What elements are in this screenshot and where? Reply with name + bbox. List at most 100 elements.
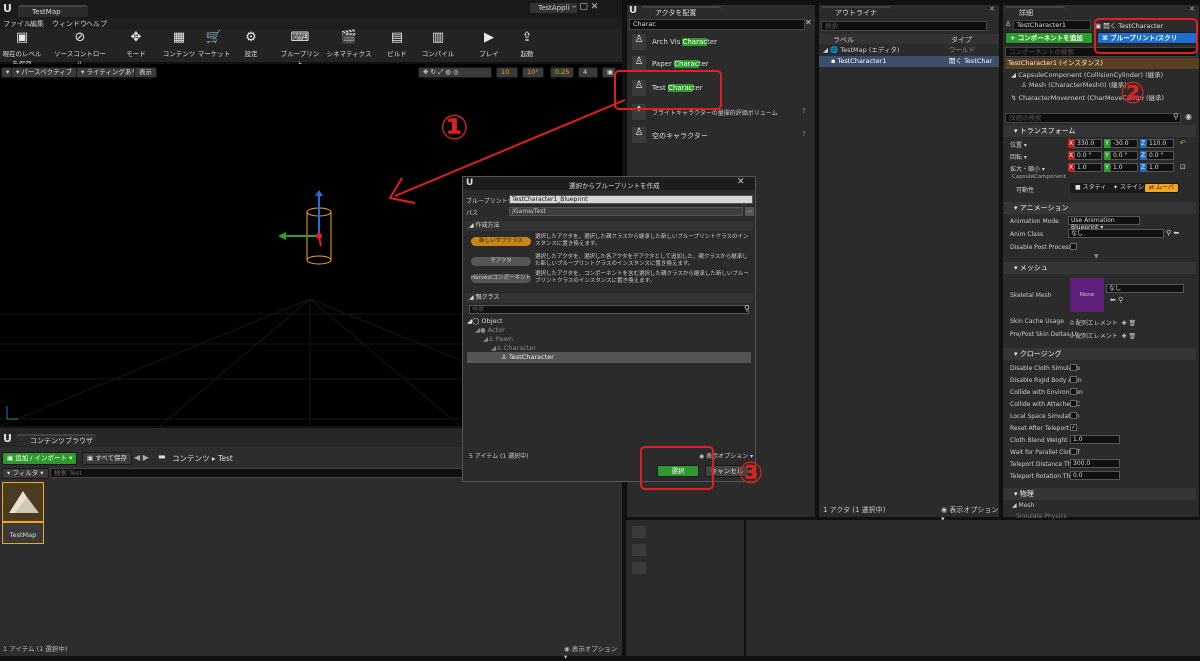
mobility-stationary[interactable]: ✦ ステイシ xyxy=(1108,183,1149,193)
section-clothing[interactable]: ▾ クロージング xyxy=(1004,348,1196,360)
place-actors-search[interactable]: Charac xyxy=(629,19,805,30)
annotation-number-1: ① xyxy=(440,108,469,148)
breadcrumb-test[interactable]: Test xyxy=(218,454,233,463)
method-header[interactable]: ◢ 作成方法 xyxy=(465,221,753,231)
history-arrows[interactable]: ◀ ▶ xyxy=(134,453,149,462)
path-input[interactable]: /Game/Test xyxy=(509,207,743,216)
rotation-z[interactable]: 0.0 ° xyxy=(1146,151,1174,160)
help-icon[interactable]: ? xyxy=(802,107,806,115)
cloth-blend-field[interactable]: 1.0 xyxy=(1070,435,1120,444)
details-search[interactable]: 詳細の検索 xyxy=(1005,113,1181,123)
teleport-dist-field[interactable]: 300.0 xyxy=(1070,459,1120,468)
disable-pp-checkbox[interactable] xyxy=(1070,243,1077,250)
add-import-button[interactable]: ▣ 追加 / インポート ▾ xyxy=(2,452,78,465)
breadcrumb-content[interactable]: コンテンツ xyxy=(172,454,210,463)
outliner-row-testcharacter1[interactable]: ▪ TestCharacter1 開く TestChar xyxy=(819,56,999,67)
anim-mode-select[interactable]: Use Animation Blueprint ▾ xyxy=(1068,216,1140,231)
scale-y[interactable]: 1.0 xyxy=(1110,163,1138,172)
section-animation[interactable]: ▾ アニメーション xyxy=(1004,202,1196,214)
tab-content-browser[interactable]: コンテンツブラウザ xyxy=(16,434,96,446)
tab-place-actors[interactable]: アクタを配置 xyxy=(641,6,721,18)
rotation-label[interactable]: 回転 ▾ xyxy=(1010,152,1027,161)
save-all-button[interactable]: ▣ すべて保存 xyxy=(82,452,133,465)
component-label: Mesh (CharacterMesh0) (継承) xyxy=(1028,81,1127,89)
cloth-checkbox[interactable] xyxy=(1070,388,1077,395)
cloth-checkbox[interactable] xyxy=(1070,448,1077,455)
ue-logo-icon: U xyxy=(629,5,638,16)
mesh-thumbnail[interactable]: None xyxy=(1070,278,1104,312)
add-component-button[interactable]: + コンポーネントを追加 xyxy=(1005,32,1093,44)
section-label: トランスフォーム xyxy=(1019,127,1076,135)
outliner-count: 1 アクタ (1 選択中) xyxy=(823,506,886,514)
asset-tile-testmap[interactable]: TestMap xyxy=(2,482,44,544)
section-transform[interactable]: ▾ トランスフォーム xyxy=(1004,125,1196,137)
location-z[interactable]: 110.0 xyxy=(1146,139,1174,148)
filter-button[interactable]: ▾ フィルタ ▾ xyxy=(2,468,49,479)
cloth-checkbox[interactable] xyxy=(1070,364,1077,371)
tab-outliner[interactable]: アウトライナ xyxy=(821,6,891,18)
skeletal-mesh-select[interactable]: なし xyxy=(1106,284,1184,293)
reset-after-teleport-checkbox[interactable]: ✓ xyxy=(1070,424,1077,431)
lock-icon[interactable]: ⊡ xyxy=(1180,163,1186,171)
dialog-close-icon[interactable]: ✕ xyxy=(737,177,745,187)
annotation-box-test-character xyxy=(614,70,722,110)
outliner-search[interactable]: 検索 xyxy=(821,21,987,31)
col-type[interactable]: タイプ xyxy=(951,35,972,45)
parent-class-header[interactable]: ◢ 親クラス xyxy=(465,293,753,303)
section-physics[interactable]: ▾ 物理 xyxy=(1004,488,1196,500)
anim-class-select[interactable]: なし xyxy=(1068,229,1164,238)
search-icon[interactable]: ⚲ xyxy=(1173,112,1179,121)
component-instance[interactable]: TestCharacter1 (インスタンス) xyxy=(1005,58,1199,69)
ue-logo-icon: U xyxy=(3,432,12,445)
location-x[interactable]: 330.0 xyxy=(1074,139,1102,148)
cb-view-options[interactable]: ◉ 表示オプション ▾ xyxy=(564,643,622,661)
cloth-row: Teleport Distance Thre xyxy=(1010,461,1078,468)
rotation-y[interactable]: 0.0 ° xyxy=(1110,151,1138,160)
clear-search-icon[interactable]: ✕ xyxy=(805,18,812,27)
close-icon[interactable]: ✕ xyxy=(1189,5,1195,13)
browse-icons[interactable]: ⬅ ⚲ xyxy=(1110,296,1123,304)
cloth-checkbox[interactable] xyxy=(1070,412,1077,419)
scale-z[interactable]: 1.0 xyxy=(1146,163,1174,172)
mobility-static[interactable]: ■ スタティ xyxy=(1070,183,1112,193)
location-y[interactable]: -30.0 xyxy=(1110,139,1138,148)
breadcrumb[interactable]: コンテンツ ▸ Test xyxy=(172,453,233,464)
mobility-movable[interactable]: ⇄ ムーバ xyxy=(1144,183,1179,193)
child-actor-button[interactable]: 子アクタ xyxy=(471,257,531,266)
tree-testcharacter[interactable]: ♙ TestCharacter xyxy=(467,352,751,363)
location-label[interactable]: 位置 ▾ xyxy=(1010,140,1027,149)
component-movement[interactable]: ↯ CharacterMovement (CharMoveComp) (継承) xyxy=(1003,93,1199,104)
section-mesh[interactable]: ▾ メッシュ xyxy=(1004,262,1196,274)
character-icon: ♙ xyxy=(632,127,646,143)
col-label[interactable]: ラベル xyxy=(833,35,854,45)
outliner-row-world[interactable]: ◢ 🌐 TestMap (エディタ) ワールド xyxy=(819,45,999,56)
tab-details[interactable]: 詳細 xyxy=(1005,6,1065,18)
actor-item[interactable]: ♙ Arch Vis Character xyxy=(628,32,814,52)
cloth-checkbox[interactable] xyxy=(1070,376,1077,383)
parent-class-search[interactable]: 検索 xyxy=(469,305,749,314)
row-type[interactable]: 開く TestChar xyxy=(949,56,992,67)
path-browse-button[interactable]: … xyxy=(745,207,754,216)
component-mesh[interactable]: ♙ Mesh (CharacterMesh0) (継承) xyxy=(1003,80,1199,91)
help-icon[interactable]: ? xyxy=(802,130,806,138)
eye-icon[interactable]: ◉ xyxy=(1185,112,1192,121)
scale-x[interactable]: 1.0 xyxy=(1074,163,1102,172)
search-icon[interactable]: ⚲ xyxy=(744,304,750,313)
teleport-rot-field[interactable]: 0.0 xyxy=(1070,471,1120,480)
expand-chevron-icon[interactable]: ▼ xyxy=(1094,253,1099,260)
actor-item[interactable]: ♙ 空のキャラクター? xyxy=(628,125,814,145)
rotation-x[interactable]: 0.0 ° xyxy=(1074,151,1102,160)
bp-name-input[interactable]: TestCharacter1_Blueprint xyxy=(509,195,753,204)
cloth-checkbox[interactable] xyxy=(1070,400,1077,407)
create-blueprint-dialog: U 選択からブループリントを作成 ✕ ブループリント名 TestCharacte… xyxy=(462,176,756,482)
harvest-component-button[interactable]: Harvestコンポーネント xyxy=(471,274,531,283)
path-label: パス xyxy=(466,210,479,217)
physics-mesh-label: ◢ Mesh xyxy=(1012,502,1035,509)
close-icon[interactable]: ✕ xyxy=(989,5,995,13)
actor-name-field[interactable]: TestCharacter1 xyxy=(1013,20,1091,30)
character-icon: ♙ xyxy=(632,34,646,50)
browse-icons[interactable]: ⚲ ⬅ xyxy=(1166,229,1179,237)
reset-icon[interactable]: ↶ xyxy=(1180,139,1186,147)
new-subclass-button[interactable]: 新しいサブクラス xyxy=(471,237,531,246)
scale-label[interactable]: 拡大・縮小 ▾ xyxy=(1010,164,1045,173)
